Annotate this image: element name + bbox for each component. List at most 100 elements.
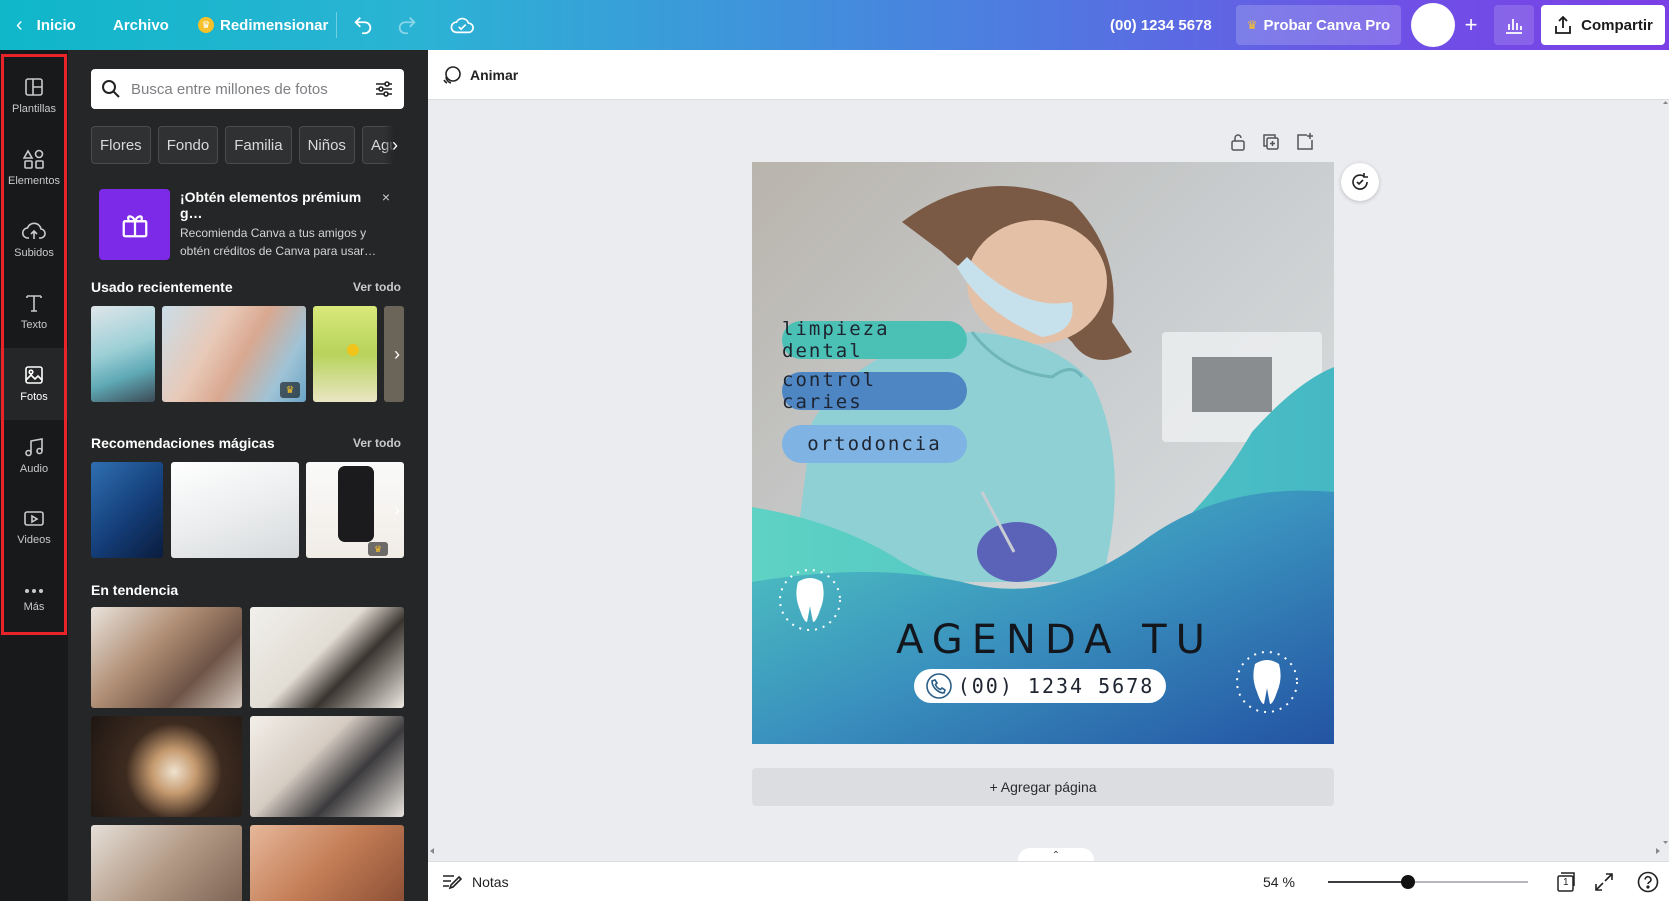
trending-photo-piano[interactable]: [250, 716, 404, 817]
design-page[interactable]: limpieza dental control caries ortodonci…: [752, 162, 1334, 744]
section-title-trending: En tendencia: [91, 582, 179, 598]
rail-item-subidos[interactable]: Subidos: [0, 204, 68, 276]
try-pro-button[interactable]: ♛ Probar Canva Pro: [1236, 5, 1401, 45]
design-phone-text: (00) 1234 5678: [957, 674, 1155, 698]
page-count-button[interactable]: 1: [1554, 870, 1578, 894]
service-pill-orthodontics[interactable]: ortodoncia: [782, 425, 967, 463]
add-page-icon[interactable]: [1295, 132, 1315, 152]
animate-button[interactable]: Animar: [442, 65, 518, 85]
chevron-right-icon[interactable]: ›: [384, 497, 410, 523]
notes-label: Notas: [472, 874, 509, 890]
photos-panel: Flores Fondo Familia Niños Agua › ¡Obtén…: [68, 50, 428, 901]
trending-photo-coffee[interactable]: [91, 716, 242, 817]
recent-photo-dentist[interactable]: [91, 306, 155, 402]
vertical-scrollbar[interactable]: [1662, 100, 1669, 845]
recent-photo-smile[interactable]: ♛: [162, 306, 306, 402]
recent-photo-flowers[interactable]: [313, 306, 377, 402]
undo-icon: [354, 17, 372, 35]
trending-photo-man-desk[interactable]: [250, 607, 404, 708]
topbar-phone-text: (00) 1234 5678: [1110, 16, 1212, 34]
image-icon: [25, 366, 43, 384]
divider: [336, 12, 337, 38]
show-pages-button[interactable]: ⌃: [1018, 848, 1094, 862]
top-bar: ‹ Inicio Archivo ♛ Redimensionar (00) 12…: [0, 0, 1669, 50]
animate-toolbar: Animar: [428, 50, 1669, 100]
trending-photo-hands[interactable]: [91, 825, 242, 901]
add-page-button[interactable]: + Agregar página: [752, 768, 1334, 806]
chevron-right-icon[interactable]: ›: [384, 126, 406, 164]
rail-item-videos[interactable]: Videos: [0, 492, 68, 564]
share-icon: [1555, 15, 1572, 34]
shapes-icon: [23, 149, 44, 169]
close-icon[interactable]: ×: [382, 189, 390, 221]
resize-label: Redimensionar: [220, 16, 329, 34]
chevron-right-icon[interactable]: ›: [384, 341, 410, 367]
notes-button[interactable]: Notas: [442, 862, 509, 901]
zoom-slider-knob[interactable]: [1401, 875, 1415, 889]
chip-fondo[interactable]: Fondo: [157, 126, 219, 164]
rail-label: Plantillas: [11, 103, 57, 115]
resize-button[interactable]: ♛ Redimensionar: [198, 0, 328, 50]
category-chips: Flores Fondo Familia Niños Agua: [91, 126, 404, 166]
add-collaborator-button[interactable]: +: [1457, 11, 1485, 39]
insights-button[interactable]: [1494, 5, 1534, 45]
magic-photo-blue[interactable]: [91, 462, 163, 558]
rail-item-mas[interactable]: Más: [0, 564, 68, 636]
rail-item-texto[interactable]: Texto: [0, 276, 68, 348]
see-all-recent-link[interactable]: Ver todo: [353, 280, 401, 294]
left-rail: Plantillas Elementos Subidos Texto Fotos…: [0, 50, 68, 901]
magic-photo-white[interactable]: [171, 462, 299, 558]
undo-button[interactable]: [352, 0, 374, 50]
see-all-magic-link[interactable]: Ver todo: [353, 436, 401, 450]
service-pill-cleaning[interactable]: limpieza dental: [782, 318, 967, 362]
crown-icon: ♛: [198, 17, 214, 33]
flower-dot: [347, 344, 359, 356]
redo-icon: [398, 17, 416, 35]
redo-button[interactable]: [396, 0, 418, 50]
page-count: 1: [1563, 877, 1569, 888]
rail-label: Audio: [19, 463, 49, 475]
photo-search-input[interactable]: [131, 80, 374, 98]
share-button[interactable]: Compartir: [1541, 5, 1665, 45]
try-pro-label: Probar Canva Pro: [1263, 16, 1391, 34]
chip-familia[interactable]: Familia: [225, 126, 292, 164]
avatar[interactable]: [1411, 3, 1455, 47]
phone-icon: [925, 673, 952, 699]
zoom-slider[interactable]: [1328, 875, 1528, 889]
zoom-level[interactable]: 54 %: [1263, 862, 1295, 901]
search-icon: [102, 80, 120, 98]
chip-ninos[interactable]: Niños: [298, 126, 355, 164]
rail-item-plantillas[interactable]: Plantillas: [0, 60, 68, 132]
help-icon: [1637, 871, 1659, 893]
rail-item-fotos[interactable]: Fotos: [0, 348, 68, 420]
trending-photo-people-table[interactable]: [91, 607, 242, 708]
rail-item-audio[interactable]: Audio: [0, 420, 68, 492]
duplicate-icon[interactable]: [1261, 132, 1281, 152]
chip-flores[interactable]: Flores: [91, 126, 151, 164]
home-button[interactable]: ‹ Inicio: [16, 0, 76, 50]
bar-chart-icon: [1506, 19, 1522, 34]
filter-icon[interactable]: [374, 79, 394, 99]
premium-promo-card[interactable]: ¡Obtén elementos prémium g… × Recomienda…: [99, 189, 404, 261]
crown-badge-icon: ♛: [368, 542, 388, 556]
design-phone-pill[interactable]: (00) 1234 5678: [914, 669, 1166, 703]
rail-item-elementos[interactable]: Elementos: [0, 132, 68, 204]
share-label: Compartir: [1581, 16, 1653, 34]
service-pill-caries[interactable]: control caries: [782, 369, 967, 413]
lock-icon[interactable]: [1229, 132, 1247, 152]
magic-refresh-button[interactable]: [1341, 163, 1379, 201]
cloud-save-button[interactable]: [450, 0, 474, 50]
trending-photo-laptop[interactable]: [250, 825, 404, 901]
bottom-bar: Notas 54 % 1: [428, 861, 1669, 901]
file-menu-button[interactable]: Archivo: [113, 0, 169, 50]
home-label: Inicio: [36, 16, 76, 34]
cloud-check-icon: [450, 17, 474, 34]
rail-label: Subidos: [14, 247, 54, 259]
rail-label: Elementos: [8, 175, 60, 187]
gift-icon: [99, 189, 170, 260]
promo-body: Recomienda Canva a tus amigos y obtén cr…: [180, 226, 377, 258]
help-button[interactable]: [1636, 870, 1660, 894]
video-icon: [24, 511, 44, 526]
rail-label: Fotos: [20, 391, 48, 403]
fullscreen-button[interactable]: [1592, 870, 1616, 894]
